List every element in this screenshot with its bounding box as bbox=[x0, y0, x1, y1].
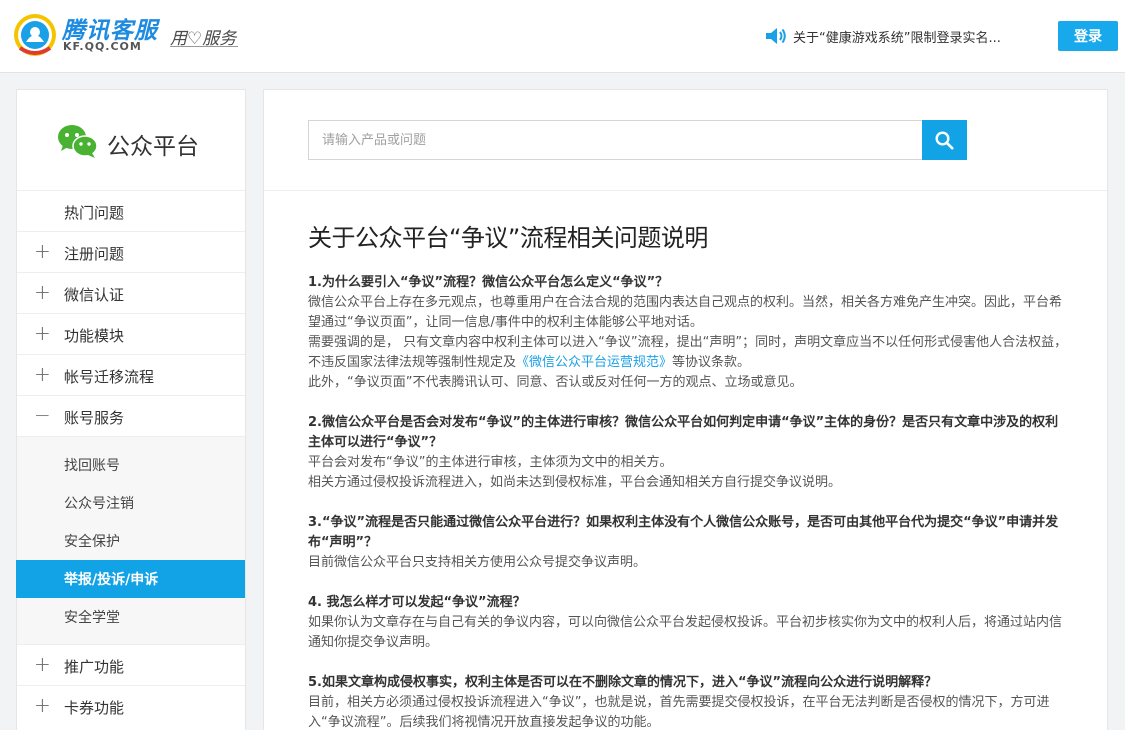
sidebar-item-label: 注册问题 bbox=[64, 245, 125, 263]
divider bbox=[264, 190, 1107, 191]
sidebar-nav: 热门问题 + 注册问题 + 微信认证 + 功能模块 + 帐号迁移流程 − 账号服… bbox=[16, 190, 245, 726]
sidebar-item-label: 功能模块 bbox=[64, 327, 125, 345]
answer-paragraph: 此外，“争议页面”不代表腾讯认可、同意、否认或反对任何一方的观点、立场或意见。 bbox=[308, 375, 803, 390]
answer-paragraph: 平台会对发布“争议”的主体进行审核，主体须为文中的相关方。 bbox=[308, 455, 673, 470]
sidebar-title: 公众平台 bbox=[107, 134, 199, 160]
sidebar-item-label: 微信认证 bbox=[64, 286, 125, 304]
answer-paragraph: 相关方通过侵权投诉流程进入，如尚未达到侵权标准，平台会通知相关方自行提交争议说明… bbox=[308, 475, 842, 490]
plus-icon: + bbox=[34, 362, 51, 386]
sidebar-item-registration[interactable]: + 注册问题 bbox=[17, 231, 245, 272]
sidebar-item-features[interactable]: + 功能模块 bbox=[17, 313, 245, 354]
article-title: 关于公众平台“争议”流程相关问题说明 bbox=[308, 224, 708, 252]
plus-icon: + bbox=[34, 693, 51, 717]
slogan-underline bbox=[170, 46, 238, 47]
qa-section-1: 1.为什么要引入“争议”流程？微信公众平台怎么定义“争议”？ 微信公众平台上存在… bbox=[308, 273, 1068, 393]
question-heading: 4. 我怎么样才可以发起“争议”流程？ bbox=[308, 595, 526, 610]
answer-paragraph: 目前，相关方必须通过侵权投诉流程进入“争议”，也就是说，首先需要提交侵权投诉，在… bbox=[308, 695, 1050, 730]
answer-paragraph: 如果你认为文章存在与自己有关的争议内容，可以向微信公众平台发起侵权投诉。平台初步… bbox=[308, 615, 1063, 650]
sidebar-subitem-security[interactable]: 安全保护 bbox=[17, 522, 245, 560]
plus-icon: + bbox=[34, 321, 51, 345]
sidebar-submenu: 找回账号 公众号注销 安全保护 举报/投诉/申诉 安全学堂 bbox=[16, 436, 245, 644]
search-button[interactable] bbox=[922, 120, 967, 160]
qa-section-5: 5.如果文章构成侵权事实，权利主体是否可以在不删除文章的情况下，进入“争议”流程… bbox=[308, 673, 1068, 730]
sidebar-subitem-cancel-account[interactable]: 公众号注销 bbox=[17, 484, 245, 522]
minus-icon: − bbox=[34, 403, 51, 427]
operating-rules-link[interactable]: 《微信公众平台运营规范》 bbox=[516, 355, 672, 370]
sidebar-item-account-services[interactable]: − 账号服务 bbox=[17, 395, 245, 436]
question-heading: 5.如果文章构成侵权事实，权利主体是否可以在不删除文章的情况下，进入“争议”流程… bbox=[308, 675, 938, 690]
sidebar-subitem-recover-account[interactable]: 找回账号 bbox=[17, 446, 245, 484]
search-input[interactable] bbox=[308, 120, 923, 160]
top-header: 腾讯客服 KF.QQ.COM 用♡服务 关于“健康游戏系统”限制登录实名... … bbox=[0, 0, 1125, 73]
sidebar-item-label: 推广功能 bbox=[64, 658, 125, 676]
search-icon bbox=[935, 131, 954, 150]
qa-section-3: 3.“争议”流程是否只能通过微信公众平台进行？如果权利主体没有个人微信公众账号，… bbox=[308, 513, 1068, 573]
plus-icon: + bbox=[34, 280, 51, 304]
question-heading: 3.“争议”流程是否只能通过微信公众平台进行？如果权利主体没有个人微信公众账号，… bbox=[308, 515, 1059, 550]
tencent-service-logo-icon[interactable] bbox=[12, 12, 58, 58]
wechat-icon bbox=[58, 125, 98, 158]
question-heading: 2.微信公众平台是否会对发布“争议”的主体进行审核？微信公众平台如何判定申请“争… bbox=[308, 415, 1059, 450]
sidebar: 公众平台 热门问题 + 注册问题 + 微信认证 + 功能模块 + 帐号迁移流程 … bbox=[16, 89, 246, 730]
answer-paragraph-with-link: 需要强调的是， 只有文章内容中权利主体可以进入“争议”流程，提出“声明”；同时，… bbox=[308, 333, 1068, 373]
sidebar-item-label: 卡券功能 bbox=[64, 699, 125, 717]
article: 关于公众平台“争议”流程相关问题说明 1.为什么要引入“争议”流程？微信公众平台… bbox=[308, 218, 1068, 730]
logo-subtitle: KF.QQ.COM bbox=[63, 40, 142, 53]
plus-icon: + bbox=[34, 239, 51, 263]
question-heading: 1.为什么要引入“争议”流程？微信公众平台怎么定义“争议”？ bbox=[308, 275, 669, 290]
sidebar-subitem-report-complaint[interactable]: 举报/投诉/申诉 bbox=[16, 560, 245, 598]
main-content: 关于公众平台“争议”流程相关问题说明 1.为什么要引入“争议”流程？微信公众平台… bbox=[263, 89, 1108, 730]
sidebar-item-promotion[interactable]: + 推广功能 bbox=[17, 644, 245, 685]
qa-section-4: 4. 我怎么样才可以发起“争议”流程？ 如果你认为文章存在与自己有关的争议内容，… bbox=[308, 593, 1068, 653]
speaker-icon bbox=[766, 28, 786, 44]
sidebar-item-hot-questions[interactable]: 热门问题 bbox=[17, 190, 245, 231]
answer-paragraph: 目前微信公众平台只支持相关方使用公众号提交争议声明。 bbox=[308, 555, 647, 570]
answer-text: 等协议条款。 bbox=[672, 355, 751, 370]
sidebar-item-account-migration[interactable]: + 帐号迁移流程 bbox=[17, 354, 245, 395]
notice-link[interactable]: 关于“健康游戏系统”限制登录实名... bbox=[793, 27, 1001, 46]
login-button[interactable]: 登录 bbox=[1058, 21, 1118, 51]
qa-section-2: 2.微信公众平台是否会对发布“争议”的主体进行审核？微信公众平台如何判定申请“争… bbox=[308, 413, 1068, 493]
sidebar-item-label: 热门问题 bbox=[64, 204, 125, 222]
plus-icon: + bbox=[34, 652, 51, 676]
sidebar-item-verification[interactable]: + 微信认证 bbox=[17, 272, 245, 313]
sidebar-item-label: 账号服务 bbox=[64, 409, 125, 427]
sidebar-subitem-security-school[interactable]: 安全学堂 bbox=[17, 598, 245, 636]
sidebar-item-coupons[interactable]: + 卡券功能 bbox=[17, 685, 245, 726]
sidebar-item-label: 帐号迁移流程 bbox=[64, 368, 155, 386]
answer-paragraph: 微信公众平台上存在多元观点，也尊重用户在合法合规的范围内表达自己观点的权利。当然… bbox=[308, 295, 1063, 330]
